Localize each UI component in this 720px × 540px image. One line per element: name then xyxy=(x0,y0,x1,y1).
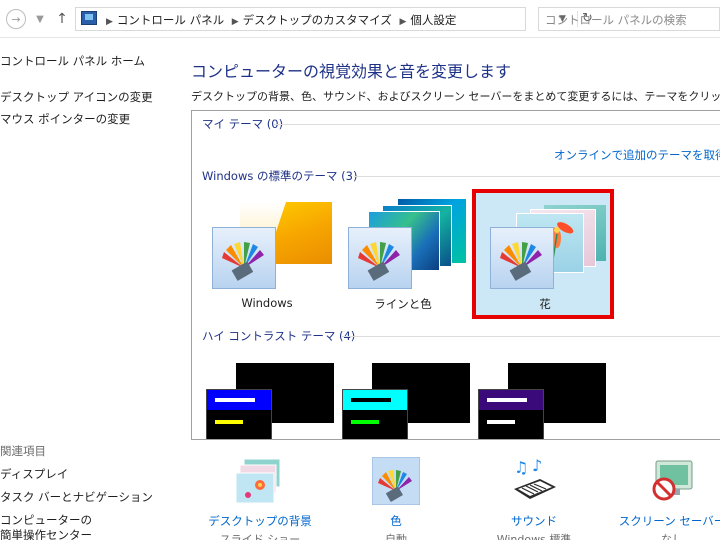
page-description: デスクトップの背景、色、サウンド、およびスクリーン セーバーをまとめて変更するに… xyxy=(191,90,720,103)
breadcrumb-item[interactable]: デスクトップのカスタマイズ xyxy=(243,13,392,27)
left-pane: コントロール パネル ホーム デスクトップ アイコンの変更 マウス ポインターの… xyxy=(0,38,180,540)
section-divider xyxy=(342,336,720,337)
high-contrast-theme-1[interactable] xyxy=(206,363,334,439)
search-input[interactable]: コントロール パネルの検索 xyxy=(538,7,720,31)
hc-dialog-thumbnail xyxy=(206,389,272,439)
theme-label: Windows xyxy=(241,296,293,310)
theme-lines-and-colors[interactable]: ラインと色 xyxy=(334,193,472,315)
desktop-background-button[interactable]: デスクトップの背景 スライド ショー xyxy=(190,455,330,540)
bottom-sub: スライド ショー xyxy=(219,533,301,540)
related-heading: 関連項目 xyxy=(0,444,46,458)
high-contrast-theme-2[interactable] xyxy=(342,363,470,439)
change-desktop-icons-link[interactable]: デスクトップ アイコンの変更 xyxy=(0,89,153,105)
svg-text:♪: ♪ xyxy=(532,457,542,475)
sound-button[interactable]: ♫ ♪ サウンド Windows 標準 xyxy=(464,455,604,540)
bottom-sub: Windows 標準 xyxy=(496,533,572,540)
desktop-background-icon xyxy=(235,457,284,505)
address-bar: → ▼ ↑ ▶ コントロール パネル ▶ デスクトップのカスタマイズ ▶ 個人設定 ▼… xyxy=(0,0,720,38)
windows-themes-heading: Windows の標準のテーマ (3) xyxy=(202,169,358,183)
breadcrumb-item[interactable]: 個人設定 xyxy=(410,13,456,27)
control-panel-home-link[interactable]: コントロール パネル ホーム xyxy=(0,53,145,69)
hc-dialog-thumbnail xyxy=(342,389,408,439)
theme-preview xyxy=(338,199,466,291)
selection-highlight-frame xyxy=(472,189,614,319)
change-mouse-pointers-link[interactable]: マウス ポインターの変更 xyxy=(0,111,130,127)
theme-list-panel: マイ テーマ (0) オンラインで追加のテーマを取得 Windows の標準のテ… xyxy=(191,110,720,440)
hc-dialog-thumbnail xyxy=(478,389,544,439)
sound-icon: ♫ ♪ xyxy=(510,456,558,505)
personalization-window: → ▼ ↑ ▶ コントロール パネル ▶ デスクトップのカスタマイズ ▶ 個人設定 ▼… xyxy=(0,0,720,540)
up-arrow-icon[interactable]: ↑ xyxy=(52,9,72,29)
display-link[interactable]: ディスプレイ xyxy=(0,466,68,482)
back-arrow-icon[interactable]: → xyxy=(6,9,26,29)
recent-pages-chevron-icon[interactable]: ▼ xyxy=(30,9,50,29)
hc-title-text xyxy=(487,398,527,402)
my-themes-heading: マイ テーマ (0) xyxy=(202,117,284,131)
address-path-box[interactable]: ▶ コントロール パネル ▶ デスクトップのカスタマイズ ▶ 個人設定 ▼ ↻ xyxy=(75,7,593,31)
control-panel-icon xyxy=(81,11,97,25)
high-contrast-heading: ハイ コントラスト テーマ (4) xyxy=(202,329,356,343)
theme-label: ラインと色 xyxy=(374,297,432,311)
svg-text:♫: ♫ xyxy=(514,458,528,477)
color-palette-icon xyxy=(348,227,412,289)
ease-of-access-link[interactable]: コンピューターの xyxy=(0,512,92,528)
hc-text-line xyxy=(487,420,515,424)
bottom-label: サウンド xyxy=(511,514,557,528)
page-title: コンピューターの視覚効果と音を変更します xyxy=(191,62,512,81)
bottom-sub: なし xyxy=(661,533,683,540)
taskbar-navigation-link[interactable]: タスク バーとナビゲーション xyxy=(0,489,153,505)
hc-text-line xyxy=(351,420,379,424)
ease-of-access-link-line2[interactable]: 簡単操作センター xyxy=(0,527,92,540)
section-divider xyxy=(354,176,720,177)
breadcrumb-separator-icon: ▶ xyxy=(399,17,407,27)
hc-title-text xyxy=(351,398,391,402)
hc-title-text xyxy=(215,398,255,402)
breadcrumb-separator-icon: ▶ xyxy=(231,17,239,27)
breadcrumb: ▶ コントロール パネル ▶ デスクトップのカスタマイズ ▶ 個人設定 xyxy=(102,12,456,28)
bottom-label: 色 xyxy=(390,514,402,528)
bottom-label: デスクトップの背景 xyxy=(208,514,312,528)
high-contrast-theme-3[interactable] xyxy=(478,363,606,439)
bottom-label: スクリーン セーバー xyxy=(618,514,720,528)
color-palette-icon xyxy=(212,227,276,289)
breadcrumb-item[interactable]: コントロール パネル xyxy=(117,13,224,27)
breadcrumb-separator-icon: ▶ xyxy=(106,17,113,27)
hc-text-line xyxy=(215,420,243,424)
color-icon xyxy=(371,456,421,506)
color-button[interactable]: 色 自動 xyxy=(326,455,466,540)
bottom-sub: 自動 xyxy=(385,533,407,540)
get-more-themes-online-link[interactable]: オンラインで追加のテーマを取得 xyxy=(554,147,720,163)
theme-windows[interactable]: Windows xyxy=(198,193,336,315)
section-divider xyxy=(274,124,720,125)
theme-preview xyxy=(202,199,332,291)
screen-saver-button[interactable]: スクリーン セーバー なし xyxy=(602,455,720,540)
screen-saver-icon xyxy=(648,457,696,505)
